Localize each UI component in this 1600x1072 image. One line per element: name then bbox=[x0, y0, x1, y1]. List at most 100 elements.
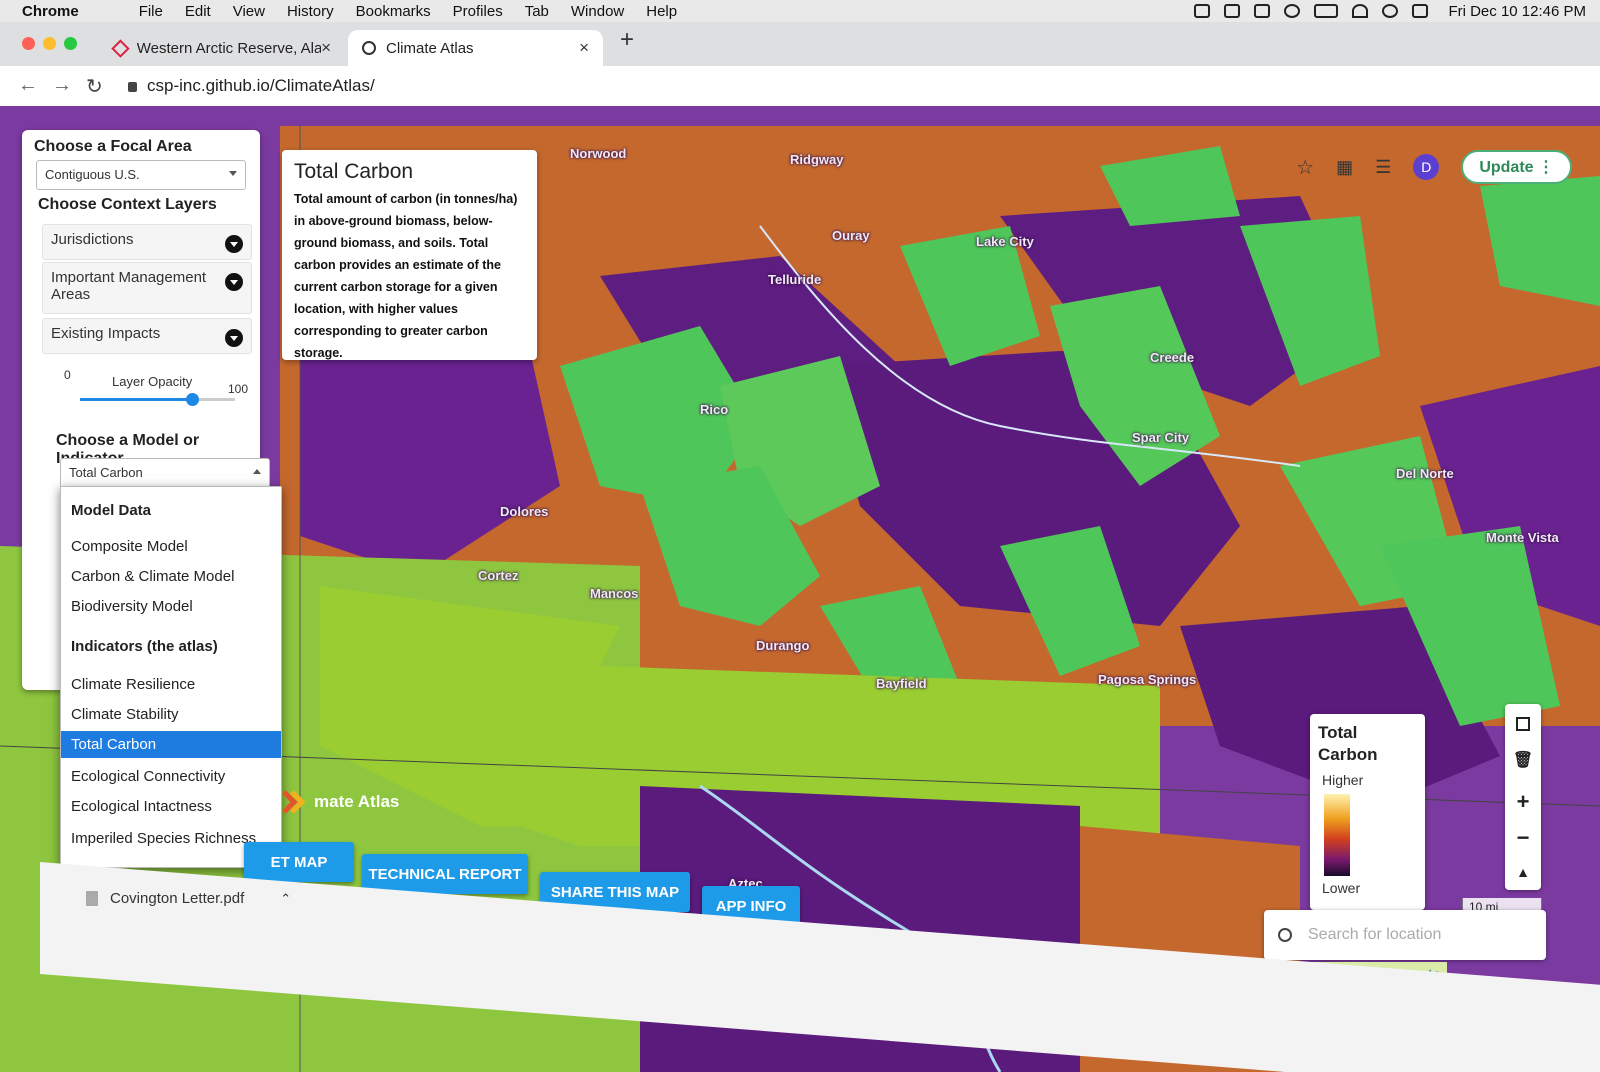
zoom-window-button[interactable] bbox=[64, 37, 77, 50]
option-climate-stability[interactable]: Climate Stability bbox=[61, 701, 281, 728]
url-text: csp-inc.github.io/ClimateAtlas/ bbox=[147, 76, 375, 95]
compass-icon[interactable]: ▲ bbox=[1505, 854, 1541, 890]
wifi-icon[interactable] bbox=[1352, 4, 1369, 18]
opacity-slider-thumb[interactable] bbox=[185, 393, 199, 406]
tab-title: Western Arctic Reserve, Alaska bbox=[136, 39, 322, 57]
address-bar[interactable]: csp-inc.github.io/ClimateAtlas/ bbox=[128, 76, 375, 96]
more-menu-icon[interactable]: ⋮ bbox=[1538, 159, 1554, 176]
opacity-label: Layer Opacity bbox=[112, 374, 193, 389]
chevron-down-icon[interactable] bbox=[225, 329, 243, 347]
layer-info-card: Total Carbon Total amount of carbon (in … bbox=[282, 150, 537, 360]
legend-title-line2: Carbon bbox=[1318, 745, 1378, 764]
chevron-up-icon[interactable]: ⌃ bbox=[280, 891, 291, 907]
legend-low-label: Lower bbox=[1322, 880, 1361, 896]
opacity-slider[interactable] bbox=[80, 393, 235, 406]
battery-icon[interactable] bbox=[1314, 4, 1339, 18]
back-arrow-icon[interactable]: ← bbox=[18, 74, 38, 97]
context-layer-existing-impacts[interactable]: Existing Impacts bbox=[42, 318, 252, 354]
new-tab-button[interactable]: + bbox=[620, 26, 634, 54]
zoom-out-button[interactable]: − bbox=[1505, 820, 1541, 856]
map-label: Monte Vista bbox=[1486, 530, 1559, 545]
lock-icon bbox=[128, 82, 137, 92]
menu-edit[interactable]: Edit bbox=[185, 3, 211, 20]
technical-report-button[interactable]: TECHNICAL REPORT bbox=[362, 854, 528, 894]
sync-icon[interactable] bbox=[1254, 4, 1271, 18]
legend-color-ramp bbox=[1324, 794, 1350, 876]
climate-atlas-logo: mate Atlas bbox=[280, 788, 399, 816]
menu-help[interactable]: Help bbox=[646, 3, 677, 20]
option-biodiversity-model[interactable]: Biodiversity Model bbox=[61, 593, 281, 620]
spotlight-search-icon[interactable] bbox=[1382, 4, 1399, 18]
location-search[interactable]: Search for location bbox=[1264, 910, 1546, 960]
browser-toolbar: ← → ↻ csp-inc.github.io/ClimateAtlas/ bbox=[0, 66, 1600, 107]
menu-bookmarks[interactable]: Bookmarks bbox=[356, 3, 431, 20]
menu-view[interactable]: View bbox=[233, 3, 265, 20]
map-label: Pagosa Springs bbox=[1098, 672, 1197, 687]
focal-area-heading: Choose a Focal Area bbox=[34, 138, 192, 155]
dropdown-group-heading: Model Data bbox=[71, 502, 152, 519]
play-icon[interactable] bbox=[1284, 4, 1301, 18]
close-window-button[interactable] bbox=[22, 37, 35, 50]
download-file-name: Covington Letter.pdf bbox=[110, 890, 245, 907]
tab-favicon-icon bbox=[111, 38, 130, 58]
option-total-carbon[interactable]: Total Carbon bbox=[61, 731, 281, 758]
tab-title: Climate Atlas bbox=[386, 39, 474, 57]
reload-icon[interactable]: ↻ bbox=[86, 74, 103, 99]
tab-western-arctic[interactable]: Western Arctic Reserve, Alaska × bbox=[100, 30, 345, 66]
opacity-slider-fill bbox=[80, 398, 192, 401]
tab-climate-atlas[interactable]: Climate Atlas × bbox=[348, 30, 603, 66]
option-carbon-climate-model[interactable]: Carbon & Climate Model bbox=[61, 563, 281, 590]
option-ecological-intactness[interactable]: Ecological Intactness bbox=[61, 793, 281, 820]
logo-text: mate Atlas bbox=[314, 792, 400, 811]
share-map-label: SHARE THIS MAP bbox=[550, 883, 680, 901]
download-item[interactable]: Covington Letter.pdf ⌃ bbox=[86, 890, 291, 907]
menu-tab[interactable]: Tab bbox=[525, 3, 549, 20]
menu-clock[interactable]: Fri Dec 10 12:46 PM bbox=[1448, 3, 1586, 20]
menu-profiles[interactable]: Profiles bbox=[453, 3, 503, 20]
chevron-down-icon bbox=[229, 171, 237, 176]
globe-icon bbox=[362, 41, 376, 55]
drive-icon[interactable] bbox=[1224, 4, 1241, 18]
map-label: Ouray bbox=[832, 228, 870, 243]
option-climate-resilience[interactable]: Climate Resilience bbox=[61, 671, 281, 698]
map-label: Norwood bbox=[570, 146, 627, 161]
map-controls: 🗑 + − ▲ bbox=[1505, 704, 1541, 890]
extensions-icon[interactable]: ▦ bbox=[1336, 157, 1353, 178]
model-select[interactable]: Total Carbon bbox=[60, 458, 270, 488]
reset-map-label: ET MAP bbox=[270, 853, 328, 871]
location-search-input[interactable]: Search for location bbox=[1308, 926, 1441, 944]
app-info-label: APP INFO bbox=[715, 897, 787, 915]
draw-polygon-icon[interactable] bbox=[1505, 706, 1541, 742]
tab-close-icon[interactable]: × bbox=[579, 38, 589, 58]
zoom-in-button[interactable]: + bbox=[1505, 784, 1541, 820]
option-ecological-connectivity[interactable]: Ecological Connectivity bbox=[61, 763, 281, 790]
chevron-down-icon[interactable] bbox=[225, 273, 243, 291]
context-layer-jurisdictions[interactable]: Jurisdictions bbox=[42, 224, 252, 260]
update-button[interactable]: Update ⋮ bbox=[1461, 150, 1572, 184]
bookmark-star-icon[interactable]: ☆ bbox=[1296, 155, 1314, 180]
zoom-icon[interactable] bbox=[1194, 4, 1211, 18]
forward-arrow-icon[interactable]: → bbox=[52, 74, 72, 97]
reset-map-button[interactable]: ET MAP bbox=[244, 842, 354, 882]
menu-history[interactable]: History bbox=[287, 3, 334, 20]
reading-list-icon[interactable]: ☰ bbox=[1375, 157, 1391, 178]
context-layer-management-areas[interactable]: Important Management Areas bbox=[42, 262, 252, 314]
map-label: Del Norte bbox=[1396, 466, 1454, 481]
control-center-icon[interactable] bbox=[1412, 4, 1429, 18]
technical-report-label: TECHNICAL REPORT bbox=[368, 865, 522, 883]
map-label: Bayfield bbox=[876, 676, 927, 691]
tab-close-icon[interactable]: × bbox=[321, 38, 331, 58]
map-label: Durango bbox=[756, 638, 810, 653]
map-label: Lake City bbox=[976, 234, 1034, 249]
menu-file[interactable]: File bbox=[139, 3, 163, 20]
chevron-down-icon[interactable] bbox=[225, 235, 243, 253]
focal-area-value: Contiguous U.S. bbox=[45, 167, 140, 182]
profile-avatar[interactable]: D bbox=[1413, 154, 1440, 180]
focal-area-select[interactable]: Contiguous U.S. bbox=[36, 160, 246, 190]
option-composite-model[interactable]: Composite Model bbox=[61, 533, 281, 560]
menu-window[interactable]: Window bbox=[571, 3, 624, 20]
context-layers-heading: Choose Context Layers bbox=[38, 196, 217, 213]
trash-icon[interactable]: 🗑 bbox=[1505, 742, 1541, 778]
minimize-window-button[interactable] bbox=[43, 37, 56, 50]
menu-chrome[interactable]: Chrome bbox=[22, 3, 79, 20]
